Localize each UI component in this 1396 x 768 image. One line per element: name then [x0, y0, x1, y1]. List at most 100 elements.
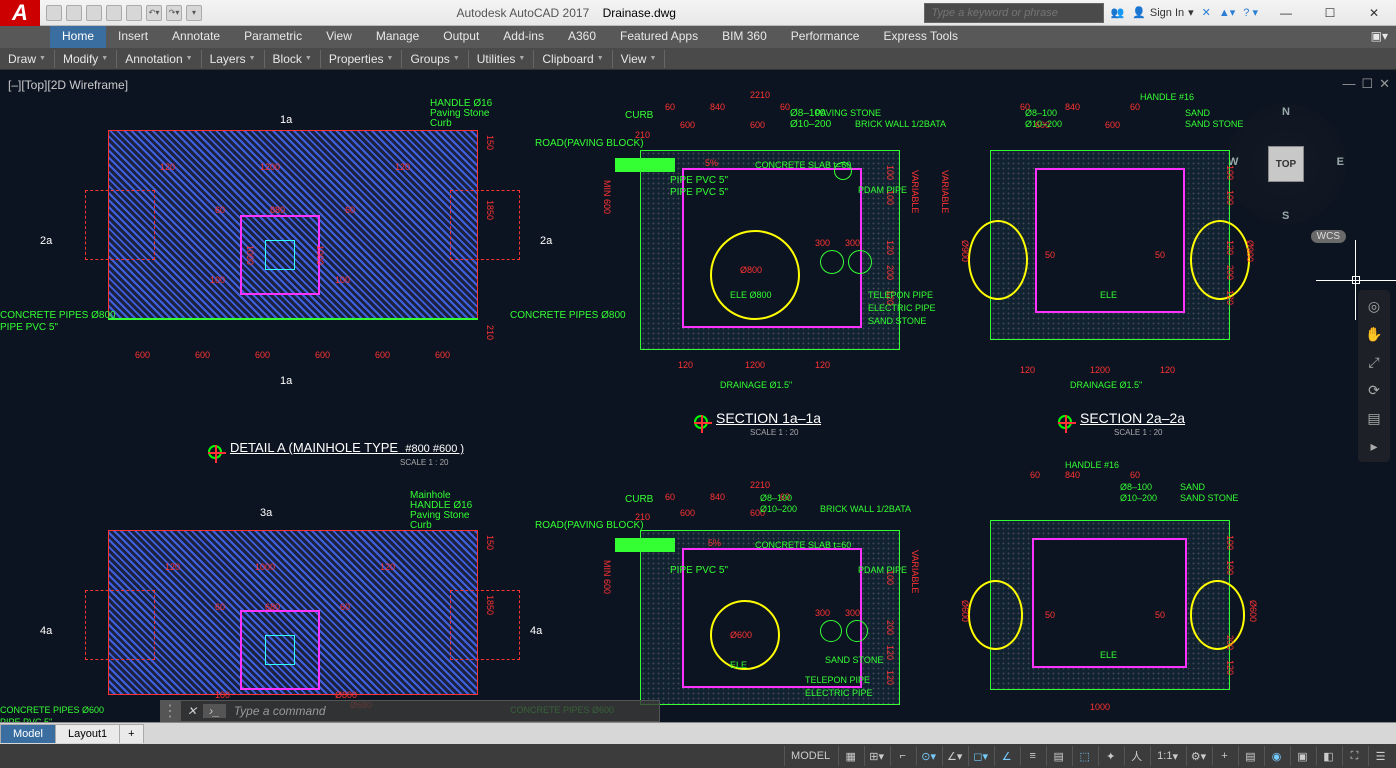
close-button[interactable]: ✕	[1352, 0, 1396, 26]
qat-save-icon[interactable]	[86, 5, 102, 21]
sb-annomonitor-icon[interactable]: +	[1212, 746, 1236, 766]
panel-layers[interactable]: Layers▼	[202, 50, 265, 68]
sb-ortho-icon[interactable]: ⌐	[890, 746, 914, 766]
vp-close-icon[interactable]: ✕	[1379, 76, 1390, 92]
ribbon-tab-addins[interactable]: Add-ins	[491, 26, 556, 48]
sb-cleanscreen-icon[interactable]: ⛶	[1342, 746, 1366, 766]
viewcube-north[interactable]: N	[1282, 106, 1290, 118]
nav-expand-icon[interactable]: ▸	[1362, 434, 1386, 458]
panel-annotation[interactable]: Annotation▼	[117, 50, 201, 68]
panel-groups[interactable]: Groups▼	[402, 50, 468, 68]
panel-block[interactable]: Block▼	[265, 50, 321, 68]
qat-redo-icon[interactable]: ↷▾	[166, 5, 182, 21]
ribbon-tab-parametric[interactable]: Parametric	[232, 26, 314, 48]
sb-selection-icon[interactable]: ⬚	[1072, 746, 1096, 766]
infocenter-icon[interactable]: 👥	[1110, 6, 1124, 19]
sb-units-icon[interactable]: ▤	[1238, 746, 1262, 766]
sb-snap-icon[interactable]: ⊞▾	[864, 746, 888, 766]
dim: 120	[885, 645, 895, 660]
viewport-label[interactable]: [–][Top][2D Wireframe]	[8, 78, 128, 92]
command-line[interactable]: ✕ ›_ Type a command	[180, 700, 660, 722]
wcs-badge[interactable]: WCS	[1311, 230, 1346, 243]
tab-model[interactable]: Model	[0, 724, 56, 743]
sb-isolate-icon[interactable]: ▣	[1290, 746, 1314, 766]
qat-dropdown-icon[interactable]: ▾	[186, 5, 202, 21]
ribbon-tab-express[interactable]: Express Tools	[871, 26, 969, 48]
cmdline-prompt-icon[interactable]: ›_	[203, 704, 226, 718]
sb-lineweight-icon[interactable]: ≡	[1020, 746, 1044, 766]
help-icon[interactable]: ? ▾	[1243, 6, 1258, 19]
sb-workspace-icon[interactable]: ⚙▾	[1186, 746, 1210, 766]
signin-button[interactable]: 👤 Sign In ▾	[1132, 6, 1193, 19]
nav-wheel-icon[interactable]: ◎	[1362, 294, 1386, 318]
dim: 120	[1225, 660, 1235, 675]
drawing-viewport[interactable]: [–][Top][2D Wireframe] — ☐ ✕ TOP N S E W…	[0, 70, 1396, 722]
lbl: ELE	[1100, 290, 1117, 300]
sb-osnap-icon[interactable]: ◻▾	[968, 746, 992, 766]
cmdline-prompt[interactable]: Type a command	[226, 704, 326, 718]
qat-undo-icon[interactable]: ↶▾	[146, 5, 162, 21]
app-logo[interactable]: A	[0, 0, 40, 26]
panel-draw[interactable]: Draw▼	[0, 50, 55, 68]
panel-properties[interactable]: Properties▼	[321, 50, 403, 68]
sb-otrack-icon[interactable]: ∠	[994, 746, 1018, 766]
ribbon-tab-view[interactable]: View	[314, 26, 364, 48]
sb-hardware-icon[interactable]: ◧	[1316, 746, 1340, 766]
viewcube-face[interactable]: TOP	[1268, 146, 1304, 182]
section-mark: 2a	[540, 235, 552, 247]
vp-maximize-icon[interactable]: ☐	[1361, 76, 1373, 92]
nav-orbit-icon[interactable]: ⟳	[1362, 378, 1386, 402]
search-input[interactable]	[924, 3, 1104, 23]
sb-transparency-icon[interactable]: ▤	[1046, 746, 1070, 766]
ribbon-tab-featured[interactable]: Featured Apps	[608, 26, 710, 48]
cmdline-handle[interactable]: ⋮	[160, 700, 180, 722]
minimize-button[interactable]: —	[1264, 0, 1308, 26]
cmdline-close-icon[interactable]: ✕	[181, 704, 203, 718]
dim: 60	[215, 205, 225, 215]
qat-saveas-icon[interactable]	[106, 5, 122, 21]
panel-modify[interactable]: Modify▼	[55, 50, 117, 68]
sb-modelspace[interactable]: MODEL	[784, 746, 836, 766]
sb-annoscale-icon[interactable]: 人	[1124, 746, 1148, 766]
sb-grid-icon[interactable]: ▦	[838, 746, 862, 766]
tab-layout1[interactable]: Layout1	[55, 724, 120, 743]
ribbon-tab-insert[interactable]: Insert	[106, 26, 160, 48]
dim: 120	[885, 240, 895, 255]
sb-customize-icon[interactable]: ☰	[1368, 746, 1392, 766]
lbl: PDAM PIPE	[858, 185, 907, 195]
ribbon-tab-a360[interactable]: A360	[556, 26, 608, 48]
maximize-button[interactable]: ☐	[1308, 0, 1352, 26]
sb-isodraft-icon[interactable]: ∠▾	[942, 746, 966, 766]
dim: 60	[345, 205, 355, 215]
lbl: Ø10–200	[790, 119, 831, 130]
exchange-icon[interactable]: ✕	[1202, 6, 1211, 19]
sb-gizmo-icon[interactable]: ✦	[1098, 746, 1122, 766]
panel-clipboard[interactable]: Clipboard▼	[534, 50, 612, 68]
vp-minimize-icon[interactable]: —	[1342, 76, 1355, 92]
ribbon-tab-home[interactable]: Home	[50, 26, 106, 48]
qat-plot-icon[interactable]	[126, 5, 142, 21]
nav-pan-icon[interactable]: ✋	[1362, 322, 1386, 346]
ribbon-minimize-icon[interactable]: ▣▾	[1363, 26, 1396, 48]
qat-new-icon[interactable]	[46, 5, 62, 21]
qat-open-icon[interactable]	[66, 5, 82, 21]
ribbon-tab-manage[interactable]: Manage	[364, 26, 431, 48]
stayconnected-icon[interactable]: ▲▾	[1219, 6, 1235, 19]
sb-scale[interactable]: 1:1▾	[1150, 746, 1184, 766]
viewcube-south[interactable]: S	[1282, 210, 1289, 222]
ribbon-tab-output[interactable]: Output	[431, 26, 491, 48]
dim: 120	[380, 562, 395, 572]
dim: VARIABLE	[910, 170, 920, 213]
ribbon-tab-bim360[interactable]: BIM 360	[710, 26, 779, 48]
lbl: SAND	[1185, 108, 1210, 118]
ribbon-tab-performance[interactable]: Performance	[779, 26, 872, 48]
sb-quickprops-icon[interactable]: ◉	[1264, 746, 1288, 766]
sb-polar-icon[interactable]: ⊙▾	[916, 746, 940, 766]
nav-zoom-icon[interactable]: ⤢	[1362, 350, 1386, 374]
nav-showm-icon[interactable]: ▤	[1362, 406, 1386, 430]
panel-utilities[interactable]: Utilities▼	[469, 50, 535, 68]
panel-view[interactable]: View▼	[613, 50, 666, 68]
ribbon-tab-annotate[interactable]: Annotate	[160, 26, 232, 48]
viewcube-east[interactable]: E	[1337, 156, 1344, 168]
tab-add-button[interactable]: +	[119, 724, 143, 743]
